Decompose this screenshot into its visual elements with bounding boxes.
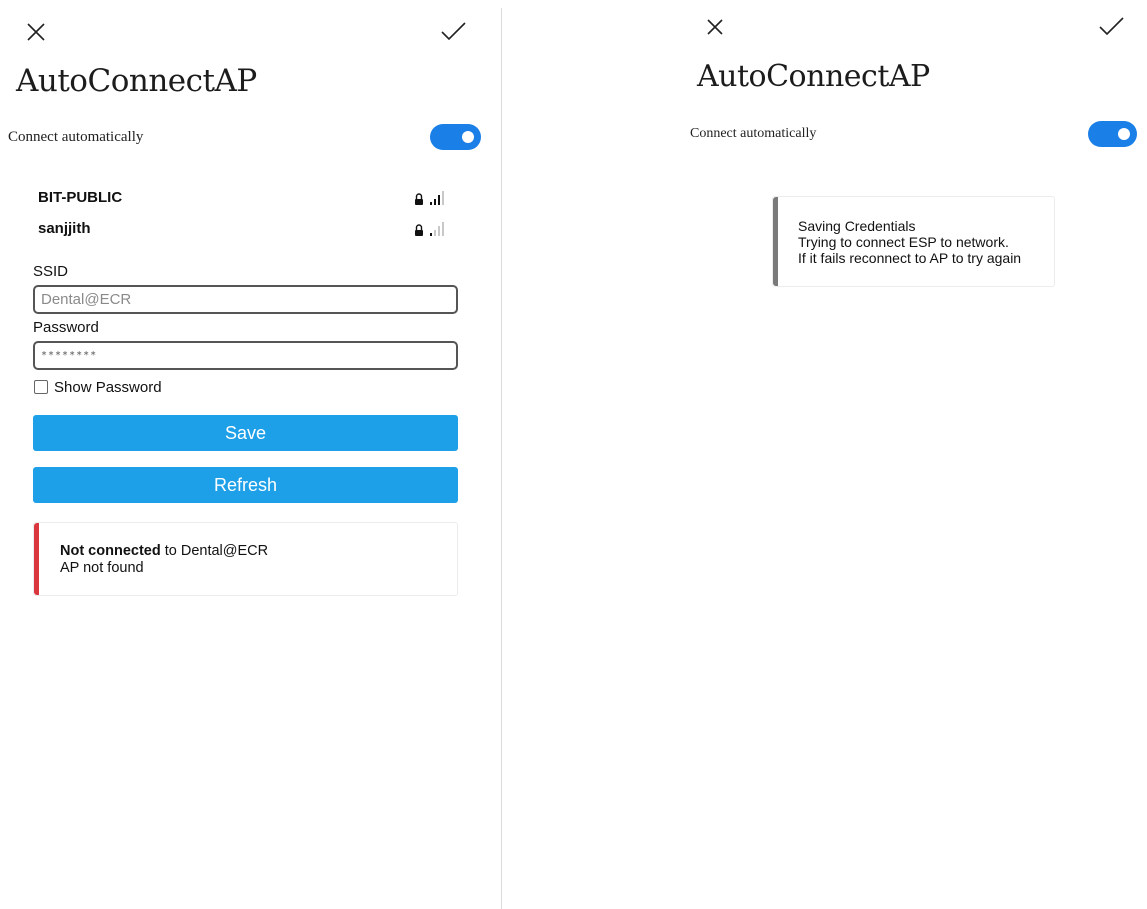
connect-automatically-label: Connect automatically	[8, 129, 144, 145]
close-icon[interactable]	[21, 17, 51, 47]
status-line-1: Not connected to Dental@ECR	[60, 543, 268, 559]
message-line-2: Trying to connect ESP to network.	[798, 234, 1009, 250]
save-button[interactable]: Save	[33, 415, 458, 451]
check-icon[interactable]	[438, 17, 468, 47]
password-input[interactable]	[33, 341, 458, 370]
saving-credentials-message: Saving Credentials Trying to connect ESP…	[772, 196, 1055, 287]
network-name: sanjjith	[38, 220, 91, 237]
status-rest-text: to Dental@ECR	[160, 543, 269, 559]
ssid-input[interactable]	[33, 285, 458, 314]
page-title: AutoConnectAP	[697, 59, 930, 94]
message-line-1: Saving Credentials	[798, 218, 916, 234]
password-label: Password	[33, 319, 99, 336]
message-line-3: If it fails reconnect to AP to try again	[798, 250, 1022, 266]
lock-signal-icon	[415, 222, 444, 236]
message-accent-bar	[773, 197, 778, 286]
connect-automatically-label: Connect automatically	[690, 126, 817, 141]
network-name: BIT-PUBLIC	[38, 189, 123, 206]
toggle-knob	[462, 131, 474, 143]
check-icon[interactable]	[1096, 12, 1126, 42]
connect-automatically-toggle[interactable]	[1088, 121, 1137, 147]
network-item-bit-public[interactable]: BIT-PUBLIC	[38, 187, 450, 209]
right-panel: AutoConnectAP Connect automatically Savi…	[502, 0, 1147, 909]
toggle-knob	[1118, 128, 1130, 140]
network-item-sanjjith[interactable]: sanjjith	[38, 218, 450, 240]
status-strong-text: Not connected	[60, 543, 161, 559]
network-status-icons	[414, 220, 448, 238]
status-message-box: Not connected to Dental@ECR AP not found	[33, 522, 458, 596]
status-detail-text: AP not found	[60, 560, 144, 576]
network-status-icons	[414, 189, 448, 207]
checkbox-box[interactable]	[34, 380, 48, 394]
ssid-label: SSID	[33, 263, 69, 280]
close-icon[interactable]	[700, 12, 730, 42]
lock-signal-icon	[415, 191, 444, 205]
status-accent-bar	[34, 523, 39, 595]
show-password-label: Show Password	[54, 379, 162, 396]
page-title: AutoConnectAP	[16, 63, 257, 99]
refresh-button[interactable]: Refresh	[33, 467, 458, 503]
left-panel: AutoConnectAP Connect automatically BIT-…	[0, 0, 501, 909]
connect-automatically-toggle[interactable]	[430, 124, 481, 150]
